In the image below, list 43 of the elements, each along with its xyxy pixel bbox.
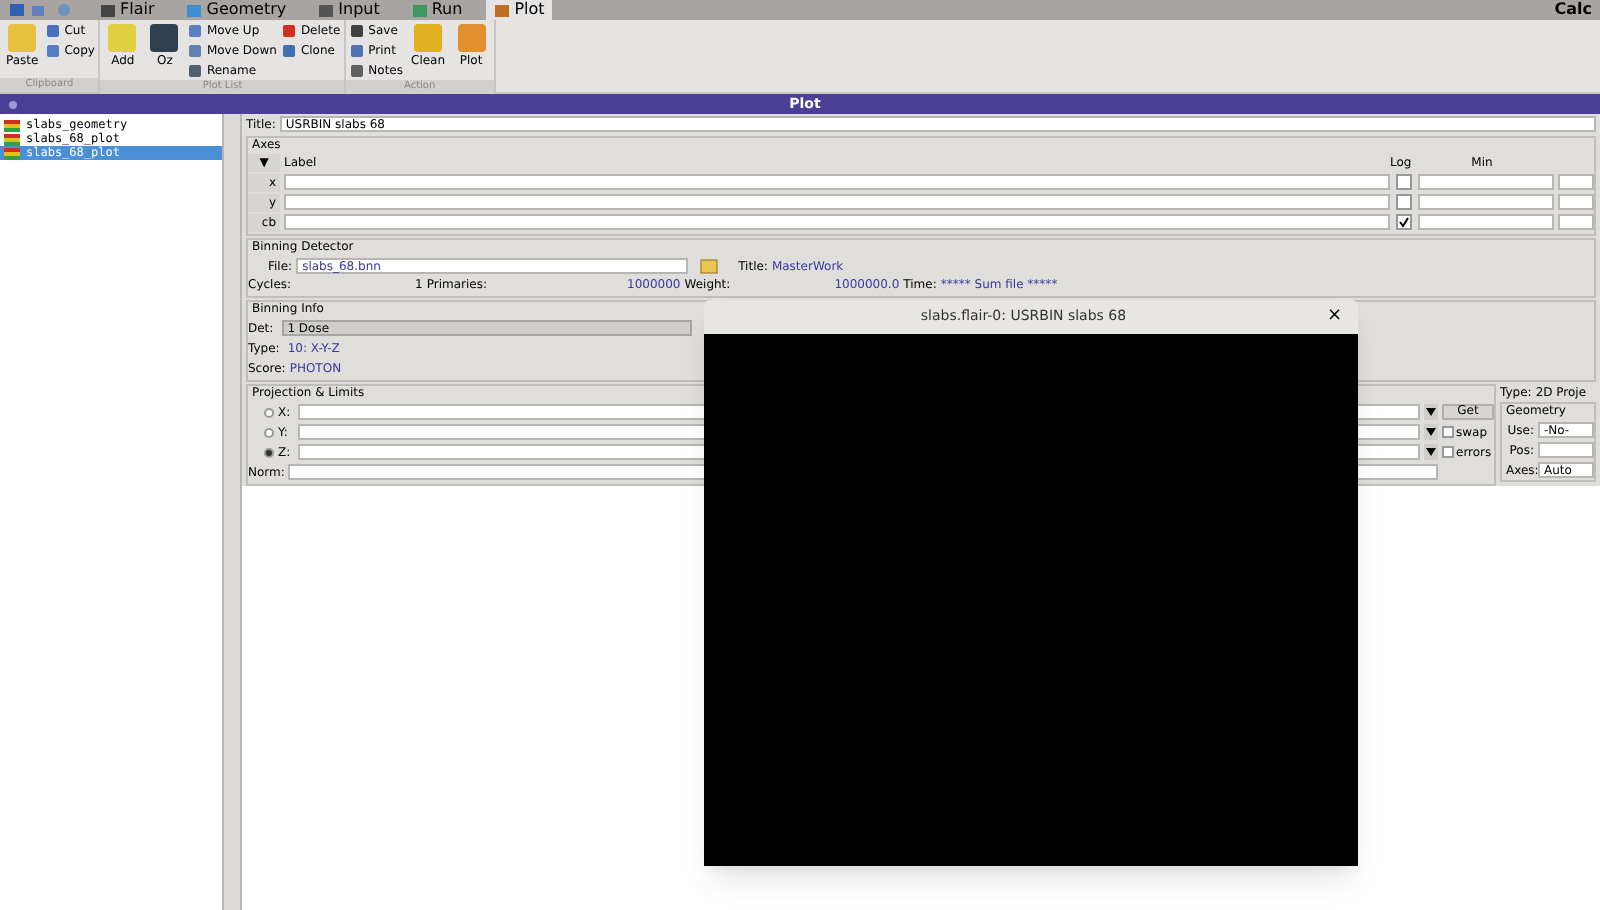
- dropdown-button[interactable]: [1424, 404, 1438, 420]
- dropdown-button[interactable]: [1424, 424, 1438, 440]
- checkbox[interactable]: [1442, 426, 1454, 438]
- folder-icon: [700, 258, 719, 274]
- input-field[interactable]: [1418, 174, 1554, 190]
- input-field[interactable]: [1558, 214, 1594, 230]
- tab-icon: [411, 3, 428, 17]
- tab-icon: [494, 3, 511, 17]
- tool-icon: [106, 22, 139, 54]
- input-field[interactable]: [284, 174, 1390, 190]
- tool-icon: [412, 22, 445, 54]
- input-field[interactable]: [284, 194, 1390, 210]
- dropdown-button[interactable]: [1424, 444, 1438, 460]
- dot-icon: [8, 99, 18, 109]
- app-tab[interactable]: Plot: [486, 0, 553, 20]
- check-icon: [1398, 216, 1410, 228]
- app-tab[interactable]: Geometry: [178, 0, 295, 20]
- input-field[interactable]: [284, 214, 1390, 230]
- app-tab[interactable]: Run: [403, 0, 471, 20]
- close-button[interactable]: ×: [1326, 308, 1342, 326]
- input-field[interactable]: [1418, 214, 1554, 230]
- app-tab[interactable]: Flair: [92, 0, 163, 20]
- radio-button[interactable]: [264, 427, 274, 437]
- tool-icon: [148, 22, 181, 54]
- tab-icon: [100, 3, 116, 17]
- scrollbar[interactable]: [222, 114, 242, 910]
- tab-icon: [318, 3, 335, 17]
- checkbox[interactable]: [1442, 446, 1454, 458]
- tool-icon: [455, 22, 488, 54]
- input-field[interactable]: [1558, 194, 1594, 210]
- quick-access-icon: [8, 2, 76, 18]
- tab-icon: [186, 3, 203, 17]
- log-checkbox[interactable]: [1396, 194, 1412, 210]
- input-field[interactable]: [1538, 442, 1594, 458]
- input-field[interactable]: [1418, 194, 1554, 210]
- radio-button[interactable]: [264, 447, 274, 457]
- tool-icon: [6, 22, 39, 54]
- calc-tab[interactable]: Calc: [1554, 0, 1592, 22]
- radio-button[interactable]: [264, 407, 274, 417]
- log-checkbox[interactable]: [1396, 214, 1412, 230]
- app-tab[interactable]: Input: [310, 0, 388, 20]
- input-field[interactable]: [1558, 174, 1594, 190]
- log-checkbox[interactable]: [1396, 174, 1412, 190]
